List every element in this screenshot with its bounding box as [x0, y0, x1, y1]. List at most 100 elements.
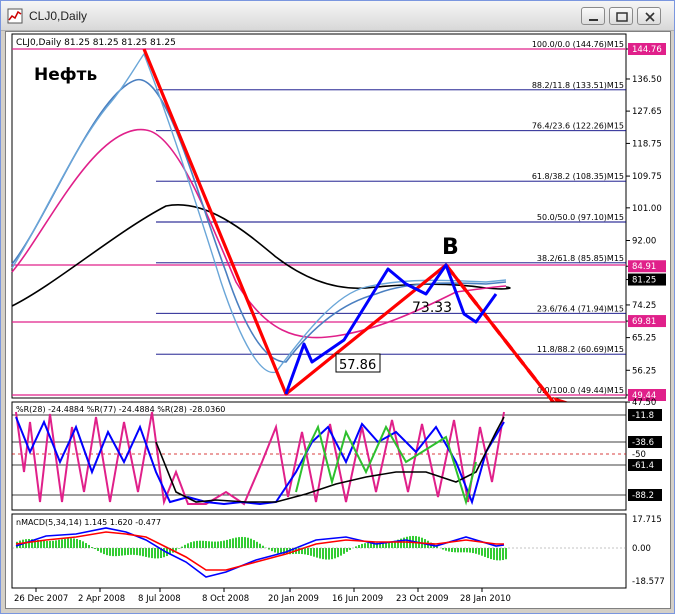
macd-bar [196, 540, 198, 548]
maximize-button[interactable] [609, 7, 633, 25]
macd-bar [343, 548, 345, 554]
macd-axis-label: -18.577 [632, 577, 665, 587]
macd-bar [100, 548, 102, 553]
close-icon [645, 12, 655, 22]
macd-bar [445, 548, 447, 551]
macd-bar [112, 548, 114, 557]
title-bar[interactable]: CLJ0,Daily [1, 1, 674, 31]
window-title: CLJ0,Daily [29, 9, 88, 23]
macd-axis: 17.715 0.00 -18.577 [632, 515, 665, 587]
macd-bar [496, 548, 498, 561]
price-axis-label: 74.25 [632, 301, 656, 311]
macd-bar [454, 548, 456, 553]
oil-title: Нефть [34, 65, 97, 85]
macd-bar [322, 548, 324, 560]
macd-bar [253, 540, 255, 548]
fib-label: 76.4/23.6 (122.26)M15 [532, 122, 624, 131]
macd-bar [466, 548, 468, 553]
macd-bar [481, 548, 483, 556]
macd-bar [463, 548, 465, 553]
macd-bar [232, 538, 234, 548]
price-axis-label: 84.91 [632, 262, 656, 272]
macd-bar [208, 541, 210, 548]
macd-bar [193, 541, 195, 548]
macd-bar [55, 540, 57, 548]
price-axis-label: 92.00 [632, 237, 656, 247]
macd-bar [493, 548, 495, 560]
macd-bar [109, 548, 111, 556]
macd-bar [250, 538, 252, 548]
macd-bar [442, 548, 444, 550]
williams-axis-label: -88.2 [632, 491, 654, 501]
macd-bar [64, 538, 66, 548]
date-axis-label: 8 Oct 2008 [202, 594, 249, 604]
macd-bar [151, 548, 153, 559]
macd-bar [85, 543, 87, 548]
chart-area[interactable]: CLJ0,Daily 81.25 81.25 81.25 81.25 Нефть… [5, 31, 671, 609]
macd-bar [472, 548, 474, 554]
macd-bar [271, 548, 273, 552]
macd-bar [499, 548, 501, 561]
macd-bar [187, 543, 189, 548]
fib-label: 61.8/38.2 (108.35)M15 [532, 172, 624, 181]
minimize-button[interactable] [581, 7, 605, 25]
williams-header: %R(28) -24.4884 %R(77) -24.4884 %R(28) -… [16, 405, 225, 414]
macd-bar [277, 548, 279, 554]
price-axis-label: 136.50 [632, 75, 662, 85]
chart-canvas[interactable]: CLJ0,Daily 81.25 81.25 81.25 81.25 Нефть… [6, 32, 670, 608]
macd-bar [364, 543, 366, 548]
macd-bar [325, 548, 327, 560]
macd-bar [316, 548, 318, 558]
macd-bar [121, 548, 123, 556]
macd-bar [502, 548, 504, 561]
minimize-icon [589, 19, 598, 21]
macd-bar [331, 548, 333, 560]
date-axis-label: 23 Oct 2009 [396, 594, 449, 604]
macd-bar [403, 537, 405, 548]
macd-bar [223, 540, 225, 548]
close-button[interactable] [637, 7, 661, 25]
price-axis-label: 65.25 [632, 334, 656, 344]
macd-bar [79, 540, 81, 548]
macd-bar [367, 542, 369, 548]
macd-bar [127, 548, 129, 555]
macd-bar [130, 548, 132, 555]
macd-axis-label: 0.00 [632, 544, 651, 554]
macd-bar [256, 541, 258, 548]
macd-bar [328, 548, 330, 560]
macd-bar [175, 548, 177, 551]
williams-axis-label: -50 [632, 450, 646, 460]
macd-bar [226, 539, 228, 548]
price-axis-label: 47.50 [632, 398, 656, 408]
macd-bar [142, 548, 144, 557]
macd-bar [337, 548, 339, 558]
price-axis: 144.76 136.50 127.65 118.75 109.75 101.00 92.0… [626, 43, 666, 408]
macd-bar [163, 548, 165, 558]
macd-bar [115, 548, 117, 557]
macd-header: nMACD(5,34,14) 1.145 1.620 -0.477 [16, 518, 161, 527]
terminal-window: CLJ0,Daily CLJ0,Daily 81.25 81.25 81.25 … [0, 0, 675, 614]
macd-bar [361, 543, 363, 548]
macd-bar [118, 548, 120, 556]
macd-bar [505, 548, 507, 560]
macd-bar [58, 539, 60, 548]
date-axis-label: 28 Jan 2010 [460, 594, 511, 604]
price-axis-label: 127.65 [632, 107, 662, 117]
macd-bar [73, 538, 75, 548]
macd-bar [451, 548, 453, 553]
ab-value: 57.86 [339, 358, 376, 373]
macd-bar [469, 548, 471, 553]
macd-bar [334, 548, 336, 559]
macd-bar [202, 540, 204, 548]
macd-bar [70, 538, 72, 548]
macd-bar [211, 541, 213, 548]
macd-bar [94, 548, 96, 550]
williams-axis: -11.8 -38.6 -50-61.4 -88.2 [628, 409, 662, 501]
chart-header: CLJ0,Daily 81.25 81.25 81.25 81.25 [16, 38, 176, 48]
price-axis-label: 118.75 [632, 139, 662, 149]
macd-bar [76, 539, 78, 548]
macd-bar [313, 548, 315, 557]
macd-bar [205, 541, 207, 548]
williams-axis-label: -38.6 [632, 438, 654, 448]
macd-bar [157, 548, 159, 559]
